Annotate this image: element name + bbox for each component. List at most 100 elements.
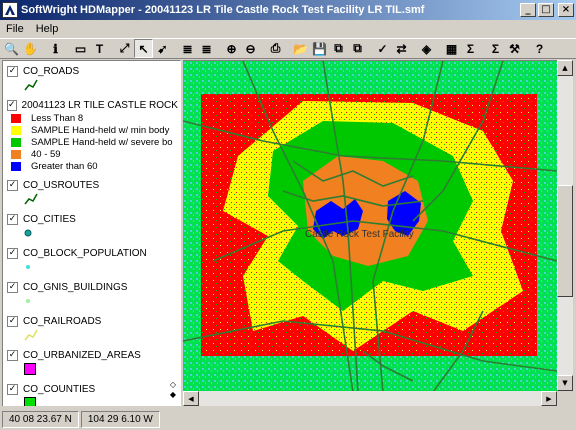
coverage-map[interactable]: Castle Rock Test Facility: [183, 61, 557, 391]
layer-name: CO_CITIES: [23, 213, 76, 225]
scroll-down-button[interactable]: ▼: [557, 375, 573, 391]
legend-class-label: 40 - 59: [31, 148, 61, 160]
measure-line-icon[interactable]: ⤢: [115, 39, 134, 58]
legend-layer-header: ✓ CO_USROUTES: [7, 178, 180, 192]
line-symbol-icon: [24, 78, 180, 92]
status-bar: 40 08 23.67 N 104 29 6.10 W: [0, 408, 576, 430]
legend-layer-header: ✓ CO_BLOCK_POPULATION: [7, 246, 180, 260]
legend-class-row: 40 - 59: [11, 148, 180, 160]
layer-visibility-checkbox[interactable]: ✓: [7, 99, 17, 111]
zoom-in-icon[interactable]: ⊕: [222, 39, 241, 58]
print-icon[interactable]: ⎙: [266, 39, 285, 58]
legend-class-swatch: [11, 125, 21, 135]
legend-layer[interactable]: ✓ CO_URBANIZED_AREAS: [7, 348, 180, 376]
layer-name: CO_BLOCK_POPULATION: [23, 247, 147, 259]
layer-visibility-checkbox[interactable]: ✓: [7, 349, 18, 361]
menu-help[interactable]: Help: [30, 23, 65, 35]
legend-layer[interactable]: ✓ CO_BLOCK_POPULATION: [7, 246, 180, 274]
point-symbol-icon: [24, 294, 180, 308]
maximize-button[interactable]: □: [538, 3, 554, 17]
layer-name: CO_USROUTES: [23, 179, 100, 191]
legend-class-label: SAMPLE Hand-held w/ min body: [31, 124, 170, 136]
longitude-readout: 104 29 6.10 W: [80, 410, 160, 428]
layer-name: CO_RAILROADS: [23, 315, 102, 327]
legend-layer[interactable]: ✓ CO_CITIES: [7, 212, 180, 240]
layers-edit-icon[interactable]: ≣: [197, 39, 216, 58]
layer-visibility-checkbox[interactable]: ✓: [7, 281, 18, 293]
scroll-up-button[interactable]: ▲: [557, 60, 573, 76]
legend-layer[interactable]: ✓ CO_GNIS_BUILDINGS: [7, 280, 180, 308]
legend-pane[interactable]: ✓ CO_ROADS ✓ 20041123 LR TILE CASTLE ROCK T…: [2, 60, 181, 406]
polygon-symbol-icon: [24, 396, 180, 406]
minimize-button[interactable]: _: [520, 3, 536, 17]
legend-layer[interactable]: ✓ CO_USROUTES: [7, 178, 180, 206]
legend-class-label: Greater than 60: [31, 160, 98, 172]
layer-visibility-checkbox[interactable]: ✓: [7, 179, 18, 191]
menu-file[interactable]: File: [0, 23, 30, 35]
vertical-scroll-thumb[interactable]: [557, 185, 573, 297]
sum-plus-icon[interactable]: Σ: [486, 39, 505, 58]
scroll-left-button[interactable]: ◀: [183, 391, 199, 406]
text-tool-icon[interactable]: T: [90, 39, 109, 58]
layer-visibility-checkbox[interactable]: ✓: [7, 65, 18, 77]
line-symbol-icon: [24, 192, 180, 206]
table-icon[interactable]: ▦: [442, 39, 461, 58]
layer-name: CO_URBANIZED_AREAS: [23, 349, 141, 361]
check-edit-icon[interactable]: ✓: [373, 39, 392, 58]
save-icon[interactable]: 💾: [310, 39, 329, 58]
legend-layer[interactable]: ✓ 20041123 LR TILE CASTLE ROCK TE Less Tha…: [7, 98, 180, 172]
toolbar: 🔍 ✋ ℹ ▭ T ⤢ ↖ ➹ ≣ ≣ ⊕ ⊖ ⎙ 📂 💾 ⧉ ⧉ ✓ ⇄ ◈ ▦ Σ Σ ⚒?: [0, 38, 576, 59]
legend-layer[interactable]: ✓ CO_RAILROADS: [7, 314, 180, 342]
point-symbol-icon: [24, 226, 180, 240]
window-title: SoftWright HDMapper - 20041123 LR Tile C…: [21, 4, 425, 16]
help-icon[interactable]: ?: [530, 39, 549, 58]
export-icon[interactable]: ⧉: [329, 39, 348, 58]
horizontal-scrollbar[interactable]: ◀ ▶: [183, 391, 557, 406]
open-folder-icon[interactable]: 📂: [291, 39, 310, 58]
legend-layer[interactable]: ✓ CO_COUNTIES: [7, 382, 180, 406]
pointer-arrow-icon[interactable]: ↖: [134, 39, 153, 58]
legend-class-swatch: [11, 149, 21, 159]
layer-name: CO_GNIS_BUILDINGS: [23, 281, 128, 293]
close-button[interactable]: ×: [558, 3, 574, 17]
layer-visibility-checkbox[interactable]: ✓: [7, 315, 18, 327]
latitude-readout: 40 08 23.67 N: [2, 410, 79, 428]
layer-visibility-checkbox[interactable]: ✓: [7, 213, 18, 225]
select-box-icon[interactable]: ▭: [71, 39, 90, 58]
legend-class-label: SAMPLE Hand-held w/ severe bo: [31, 136, 173, 148]
layer-visibility-checkbox[interactable]: ✓: [7, 247, 18, 259]
scroll-right-button[interactable]: ▶: [541, 391, 557, 406]
point-symbol-icon: [24, 260, 180, 274]
transfer-icon[interactable]: ⇄: [392, 39, 411, 58]
layer-name: 20041123 LR TILE CASTLE ROCK TE: [21, 99, 181, 111]
legend-layer-header: ✓ CO_GNIS_BUILDINGS: [7, 280, 180, 294]
legend-scroll-arrows[interactable]: ◇ ◆: [167, 380, 179, 402]
edit-pointer-icon[interactable]: ➹: [153, 39, 172, 58]
legend-class-label: Less Than 8: [31, 112, 84, 124]
import-icon[interactable]: ⧉: [348, 39, 367, 58]
legend-layer-header: ✓ CO_URBANIZED_AREAS: [7, 348, 180, 362]
move-layer-up-icon[interactable]: ◇: [167, 380, 179, 390]
map-view[interactable]: Castle Rock Test Facility: [183, 60, 557, 391]
zoom-tool-icon[interactable]: 🔍: [2, 39, 21, 58]
layer-visibility-checkbox[interactable]: ✓: [7, 383, 18, 395]
zoom-out-icon[interactable]: ⊖: [241, 39, 260, 58]
tools-icon[interactable]: ⚒: [505, 39, 524, 58]
stack-icon[interactable]: ◈: [417, 39, 436, 58]
site-label: Castle Rock Test Facility: [305, 229, 414, 240]
pan-hand-icon[interactable]: ✋: [21, 39, 40, 58]
legend-class-swatch: [11, 113, 21, 123]
legend-layer-header: ✓ 20041123 LR TILE CASTLE ROCK TE: [7, 98, 180, 112]
line-symbol-icon: [24, 328, 180, 342]
legend-class-swatch: [11, 161, 21, 171]
info-icon[interactable]: ℹ: [46, 39, 65, 58]
title-bar: SoftWright HDMapper - 20041123 LR Tile C…: [0, 0, 576, 20]
legend-layer-header: ✓ CO_RAILROADS: [7, 314, 180, 328]
sum-icon[interactable]: Σ: [461, 39, 480, 58]
legend-class-row: Greater than 60: [11, 160, 180, 172]
vertical-scrollbar[interactable]: ▲ ▼: [557, 60, 573, 391]
move-layer-down-icon[interactable]: ◆: [167, 390, 179, 400]
scroll-corner: [557, 391, 573, 406]
legend-layer[interactable]: ✓ CO_ROADS: [7, 64, 180, 92]
layers-icon[interactable]: ≣: [178, 39, 197, 58]
